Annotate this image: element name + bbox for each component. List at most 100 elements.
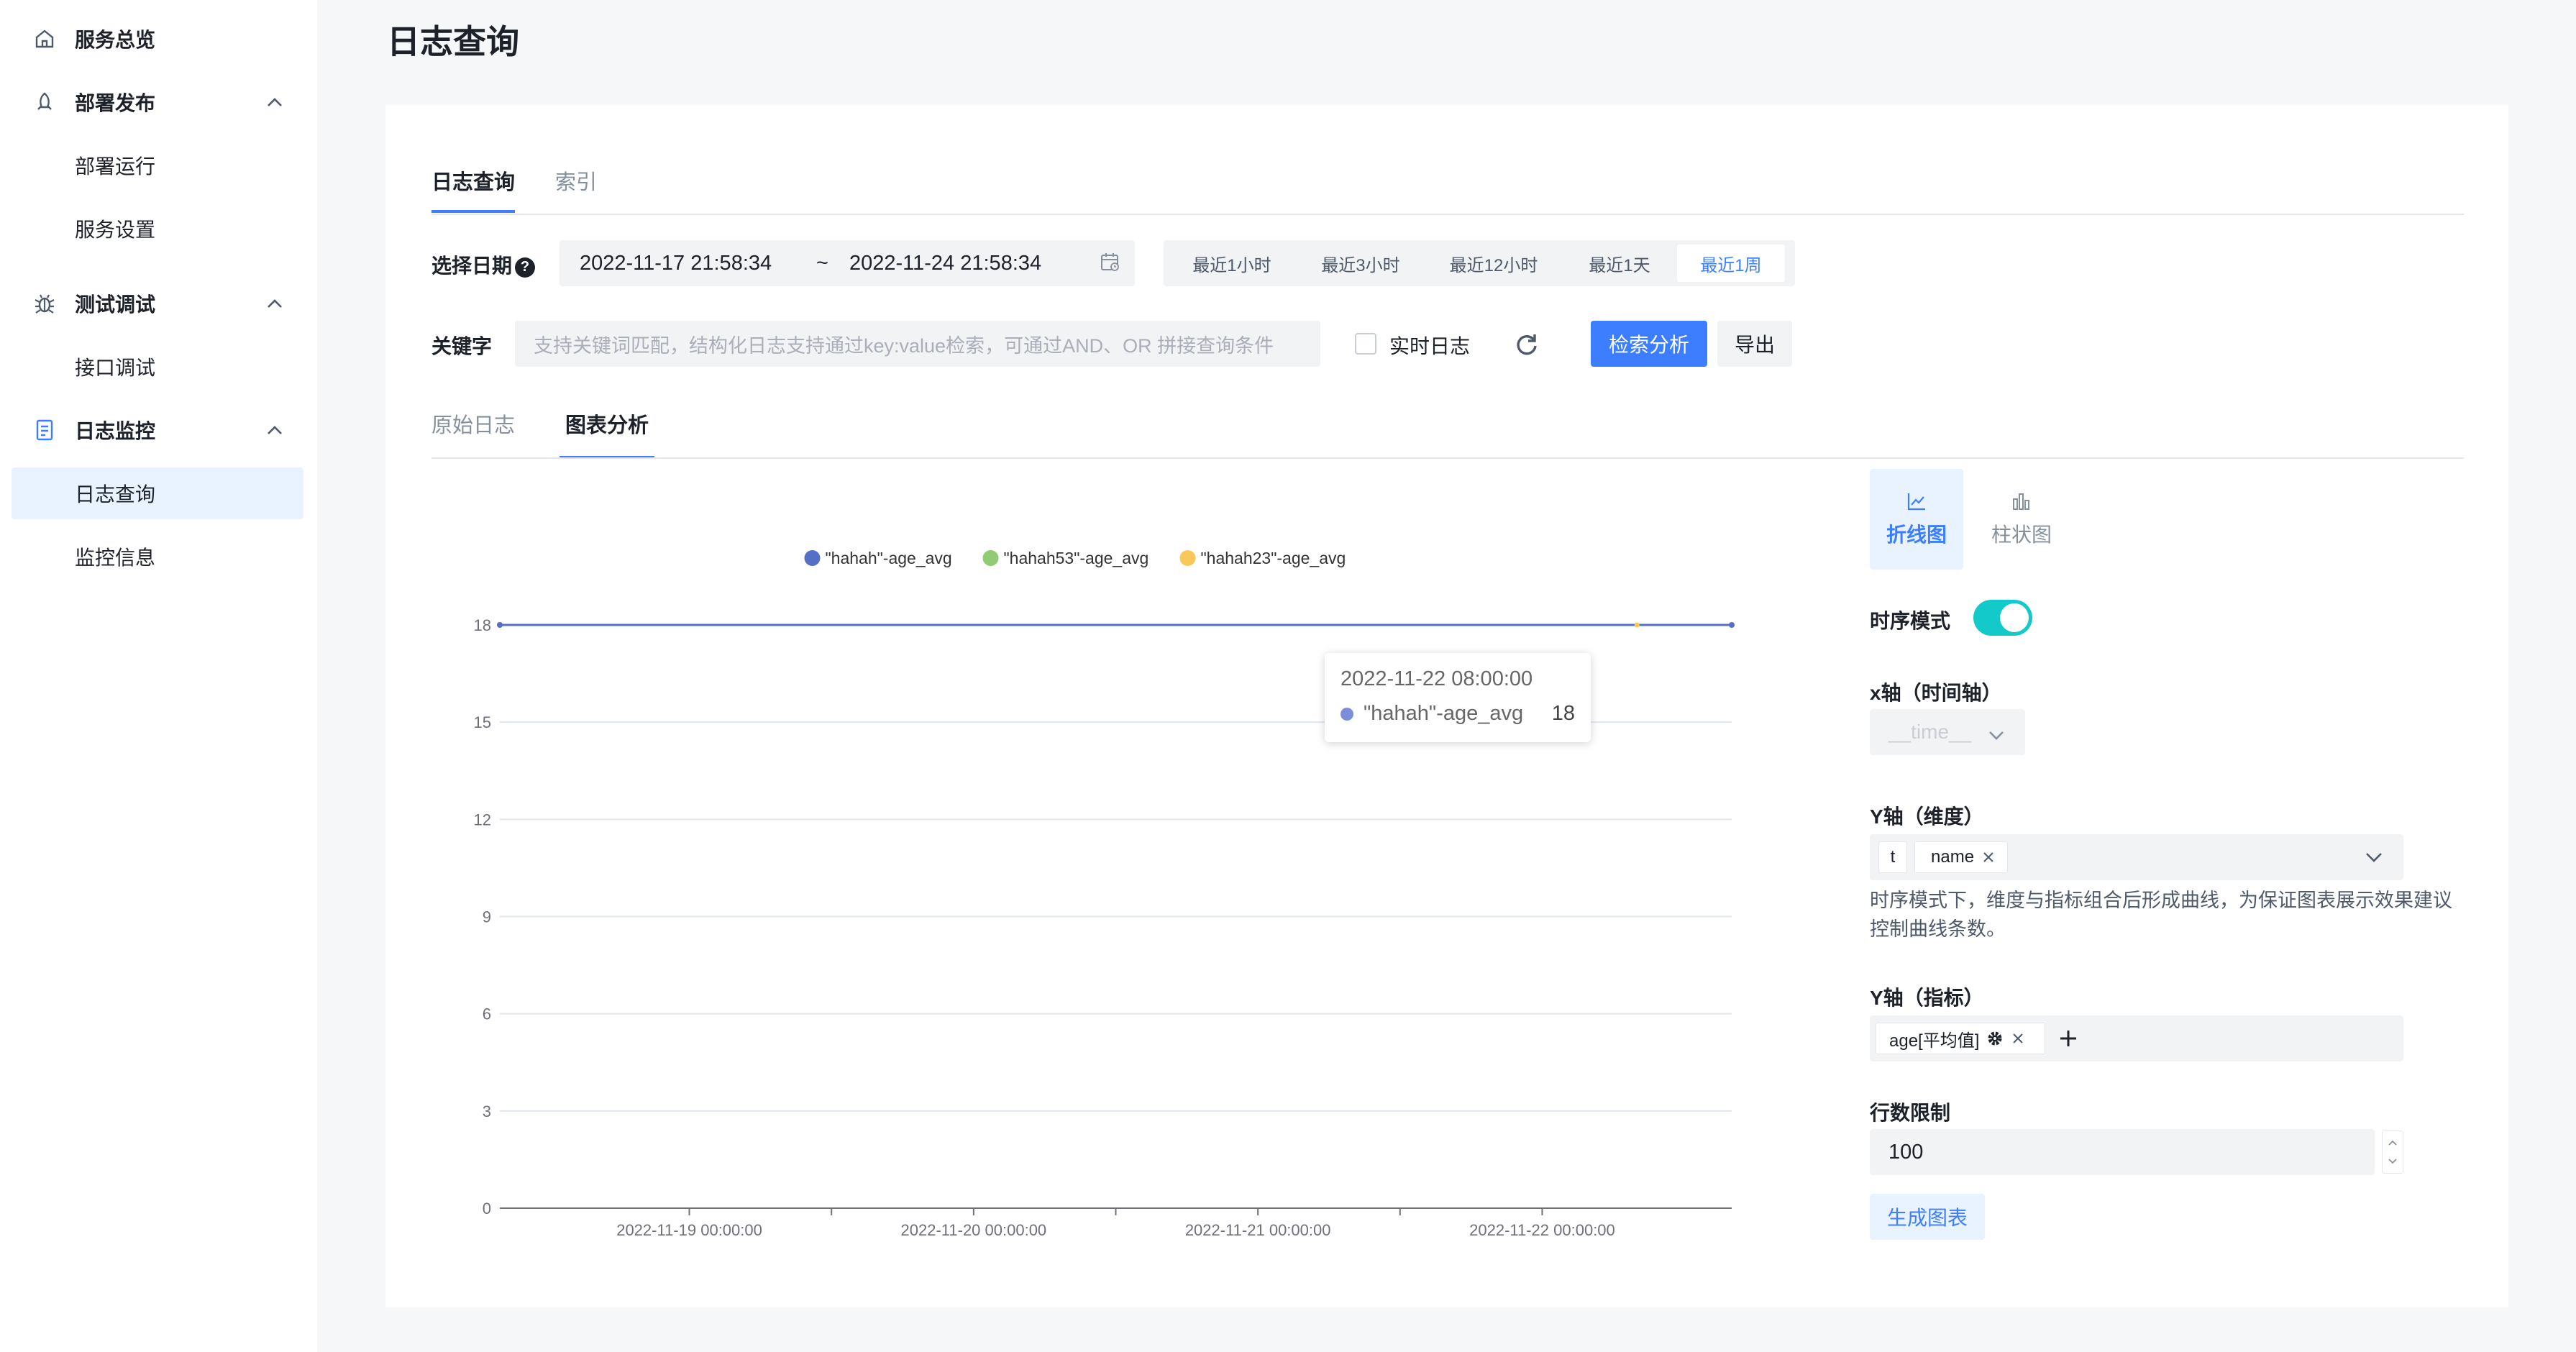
x-tick-label: 2022-11-19 00:00:00 — [616, 1221, 762, 1239]
legend-label: "hahah"-age_avg — [826, 549, 952, 567]
quick-range-12h[interactable]: 最近12小时 — [1425, 245, 1562, 282]
dimension-tag-t[interactable]: t — [1878, 841, 1907, 873]
row-limit-stepper[interactable] — [2382, 1131, 2403, 1174]
sidebar-item-label: 测试调试 — [75, 293, 156, 316]
quick-range-1w[interactable]: 最近1周 — [1677, 245, 1785, 282]
time-mode-toggle[interactable] — [1973, 600, 2032, 636]
search-analyze-button[interactable]: 检索分析 — [1591, 321, 1707, 367]
export-button[interactable]: 导出 — [1717, 321, 1792, 367]
generate-chart-button[interactable]: 生成图表 — [1870, 1194, 1985, 1240]
date-label: 选择日期? — [431, 250, 536, 279]
x-tick-label: 2022-11-20 00:00:00 — [901, 1221, 1047, 1239]
tab-index[interactable]: 索引 — [555, 160, 597, 213]
sidebar-item-testing[interactable]: 测试调试 — [12, 278, 303, 329]
y-metric-select[interactable]: age[平均值] — [1870, 1015, 2403, 1061]
tooltip-value: 18 — [1551, 702, 1575, 725]
date-start[interactable]: 2022-11-17 21:58:34 — [580, 252, 795, 275]
plus-icon[interactable] — [2058, 1028, 2078, 1049]
sidebar-item-label: 服务总览 — [75, 29, 156, 51]
view-tabs-divider — [431, 457, 2464, 459]
tooltip-time: 2022-11-22 08:00:00 — [1340, 667, 1533, 690]
sidebar-item-label: 部署发布 — [75, 92, 156, 114]
line-chart-icon — [1907, 493, 1925, 511]
refresh-icon[interactable] — [1513, 331, 1540, 358]
series-point — [1634, 622, 1640, 628]
tabs-divider — [431, 214, 2464, 215]
close-icon[interactable] — [2011, 1031, 2025, 1046]
dimension-tag-name[interactable]: name — [1914, 841, 2008, 873]
document-icon — [30, 416, 59, 444]
y-tick-label: 0 — [483, 1200, 491, 1218]
metric-tag[interactable]: age[平均值] — [1876, 1023, 2045, 1054]
bar-chart-icon — [2013, 493, 2029, 510]
legend-marker — [1179, 550, 1196, 566]
quick-range-1d[interactable]: 最近1天 — [1562, 245, 1677, 282]
sidebar-item-service-settings[interactable]: 服务设置 — [12, 203, 303, 255]
legend-marker — [804, 550, 821, 566]
y-metric-label: Y轴（指标） — [1870, 987, 1984, 1009]
sidebar-item-label: 日志监控 — [75, 420, 156, 442]
y-dimension-hint: 时序模式下，维度与指标组合后形成曲线，为保证图表展示效果建议控制曲线条数。 — [1870, 890, 2452, 940]
sidebar-item-log-monitor[interactable]: 日志监控 — [12, 404, 303, 456]
row-limit-label: 行数限制 — [1870, 1102, 1951, 1124]
time-mode-label: 时序模式 — [1870, 610, 1951, 632]
x-axis-label: x轴（时间轴） — [1870, 682, 2002, 704]
chevron-up-icon[interactable] — [260, 88, 289, 117]
date-range-picker[interactable]: 2022-11-17 21:58:34 ~ 2022-11-24 21:58:3… — [559, 240, 1135, 286]
y-dimension-select[interactable]: t name — [1870, 834, 2403, 880]
tooltip-series-dot — [1340, 708, 1353, 721]
series-point — [497, 622, 503, 628]
y-tick-label: 6 — [483, 1005, 491, 1023]
tooltip-series-name: "hahah"-age_avg — [1364, 702, 1524, 725]
chart-type-line[interactable]: 折线图 — [1870, 469, 1963, 570]
y-tick-label: 12 — [474, 810, 491, 828]
metric-tag-label: age[平均值] — [1889, 1031, 1980, 1051]
bug-icon — [30, 289, 59, 318]
sidebar-item-log-query[interactable]: 日志查询 — [12, 467, 303, 519]
chart-type-label: 柱状图 — [1991, 524, 2052, 546]
toggle-knob — [2000, 603, 2029, 632]
y-tick-label: 9 — [483, 908, 491, 926]
chevron-down-icon — [1988, 723, 2005, 746]
line-chart: 0 3 6 9 12 15 18 2022-11-19 00:00:00 2022-11-20 … — [474, 549, 1735, 1239]
quick-range-3h[interactable]: 最近3小时 — [1296, 245, 1425, 282]
sidebar-item-deploy-run[interactable]: 部署运行 — [12, 140, 303, 191]
y-tick-label: 15 — [474, 713, 491, 731]
rocket-icon — [30, 88, 59, 117]
help-icon[interactable]: ? — [515, 257, 536, 278]
quick-range-group: 最近1小时 最近3小时 最近12小时 最近1天 最近1周 — [1164, 240, 1795, 286]
x-tick-label: 2022-11-22 00:00:00 — [1469, 1221, 1615, 1239]
quick-range-1h[interactable]: 最近1小时 — [1168, 245, 1296, 282]
x-tick-label: 2022-11-21 00:00:00 — [1185, 1221, 1331, 1239]
close-icon[interactable] — [1981, 850, 1996, 864]
sidebar: 服务总览 部署发布 部署运行 服务设置 测试调试 接口调试 日志监控 日志查询 … — [0, 0, 317, 1352]
series-point — [1729, 622, 1735, 628]
tab-chart-analysis[interactable]: 图表分析 — [559, 403, 655, 459]
page-title: 日志查询 — [387, 23, 519, 60]
date-separator: ~ — [816, 251, 828, 275]
date-label-text: 选择日期 — [431, 255, 513, 277]
legend-label: "hahah53"-age_avg — [1004, 549, 1149, 567]
top-tabs: 日志查询 索引 — [431, 160, 637, 213]
calendar-icon[interactable] — [1100, 252, 1123, 275]
dimension-tag-label: name — [1931, 847, 1975, 867]
sidebar-item-overview[interactable]: 服务总览 — [12, 13, 303, 65]
chevron-up-icon[interactable] — [260, 416, 289, 444]
sidebar-item-deploy[interactable]: 部署发布 — [12, 76, 303, 128]
chevron-up-icon[interactable] — [260, 289, 289, 318]
chart-type-label: 折线图 — [1886, 524, 1947, 546]
keyword-label: 关键字 — [431, 335, 493, 357]
row-limit-input[interactable]: 100 — [1870, 1129, 2375, 1175]
date-end[interactable]: 2022-11-24 21:58:34 — [849, 252, 1087, 275]
chart-type-bar[interactable]: 柱状图 — [1975, 469, 2068, 570]
gear-icon[interactable] — [1985, 1028, 2005, 1049]
sidebar-item-api-debug[interactable]: 接口调试 — [12, 341, 303, 393]
chart-tooltip: 2022-11-22 08:00:00 "hahah"-age_avg 18 — [1325, 653, 1591, 742]
x-axis-select[interactable]: __time__ — [1870, 709, 2025, 755]
view-tabs: 原始日志 图表分析 — [431, 403, 693, 459]
sidebar-item-monitor-info[interactable]: 监控信息 — [12, 531, 303, 583]
realtime-checkbox[interactable] — [1355, 333, 1376, 355]
keyword-input[interactable]: 支持关键词匹配，结构化日志支持通过key:value检索，可通过AND、OR 拼… — [515, 321, 1320, 367]
tab-log-query[interactable]: 日志查询 — [431, 160, 516, 213]
tab-raw-logs[interactable]: 原始日志 — [431, 403, 515, 459]
